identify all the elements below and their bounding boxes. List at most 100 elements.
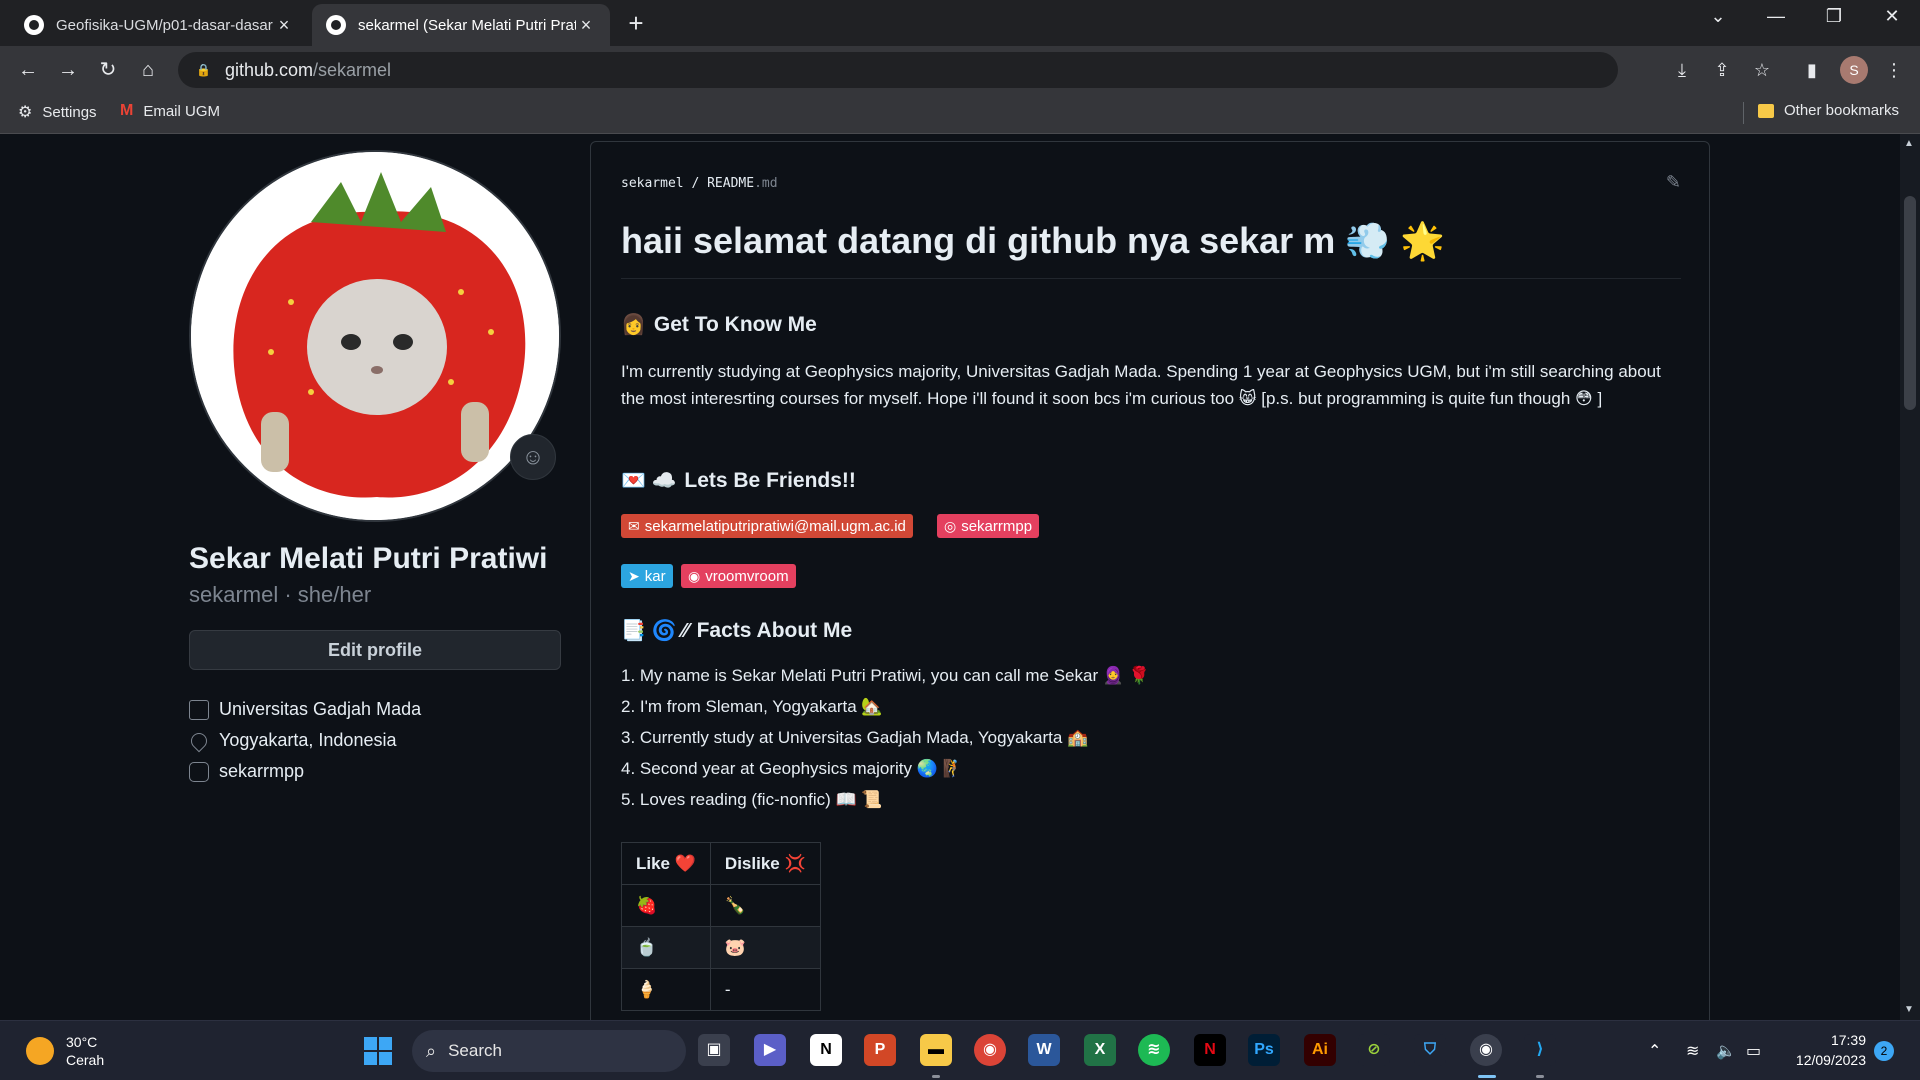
- table-cell: 🍦: [621, 968, 711, 1011]
- excel-icon[interactable]: X: [1084, 1034, 1116, 1066]
- facts-emoji: 📑 🌀 ⁄⁄: [621, 620, 689, 642]
- folder-icon: [1758, 103, 1774, 118]
- bookmark-other[interactable]: Other bookmarks: [1758, 102, 1899, 119]
- github-icon: [326, 15, 346, 35]
- forward-icon[interactable]: →: [54, 56, 82, 84]
- minimize-icon[interactable]: —: [1756, 6, 1796, 27]
- close-window-icon[interactable]: ✕: [1872, 6, 1912, 27]
- bookmark-email[interactable]: M Email UGM: [120, 102, 220, 120]
- list-item: 4. Second year at Geophysics majority 🌏 …: [621, 759, 964, 778]
- profile-location: Yogyakarta, Indonesia: [187, 725, 421, 756]
- edit-readme-pencil-icon[interactable]: ✎: [1666, 172, 1681, 193]
- photoshop-icon[interactable]: Ps: [1248, 1034, 1280, 1066]
- list-item: 5. Loves reading (fic-nonfic) 📖 📜: [621, 790, 883, 809]
- defender-shield-icon[interactable]: ⛉: [1414, 1034, 1446, 1066]
- instagram-icon: ◎: [944, 517, 957, 534]
- like-dislike-table: Like ❤️ Dislike 💢 🍓 🍾 🍵 🐷 🍦 -: [621, 842, 821, 1011]
- badge-label: sekarmelatiputripratiwi@mail.ugm.ac.id: [644, 517, 906, 535]
- readme-path-user[interactable]: sekarmel: [621, 176, 684, 191]
- volume-icon[interactable]: 🔈: [1716, 1041, 1736, 1061]
- bookmark-label: Email UGM: [143, 102, 220, 120]
- install-icon[interactable]: ⤓: [1670, 58, 1694, 82]
- profile-avatar-button[interactable]: S: [1840, 56, 1868, 84]
- page-scrollbar[interactable]: ▲ ▼: [1900, 134, 1920, 1020]
- wifi-icon[interactable]: ≋: [1686, 1041, 1699, 1061]
- notion-icon[interactable]: N: [810, 1034, 842, 1066]
- app-icon[interactable]: ⊘: [1358, 1034, 1390, 1066]
- chrome-profile-icon[interactable]: ◉: [1470, 1034, 1502, 1066]
- running-indicator: [932, 1075, 940, 1078]
- file-explorer-icon[interactable]: ▬: [920, 1034, 952, 1066]
- organization-icon: [189, 699, 209, 720]
- gmail-badge[interactable]: ✉ sekarmelatiputripratiwi@mail.ugm.ac.id: [621, 514, 913, 538]
- tab-sekarmel[interactable]: sekarmel (Sekar Melati Putri Prati ×: [312, 4, 610, 46]
- powerpoint-icon[interactable]: P: [864, 1034, 896, 1066]
- teams-chat-icon[interactable]: ▶: [754, 1034, 786, 1066]
- table-cell: 🍵: [621, 926, 711, 969]
- profile-details: Universitas Gadjah Mada Yogyakarta, Indo…: [187, 694, 421, 787]
- reload-icon[interactable]: ↻: [94, 56, 122, 84]
- lock-icon: 🔒: [196, 63, 211, 77]
- address-bar[interactable]: 🔒 github.com/sekarmel: [178, 52, 1618, 88]
- vscode-icon[interactable]: ⟩: [1524, 1034, 1556, 1066]
- start-windows-icon[interactable]: [364, 1037, 392, 1065]
- netflix-icon[interactable]: N: [1194, 1034, 1226, 1066]
- table-cell: 🐷: [709, 926, 821, 969]
- tab-title: sekarmel (Sekar Melati Putri Prati: [358, 16, 576, 34]
- clock-date: 12/09/2023: [1795, 1052, 1866, 1068]
- close-icon[interactable]: ×: [274, 15, 294, 36]
- spotify-icon[interactable]: ≋: [1138, 1034, 1170, 1066]
- readme-title: haii selamat datang di github nya sekar …: [621, 220, 1445, 261]
- notification-badge[interactable]: 2: [1874, 1041, 1894, 1061]
- weather-widget[interactable]: 30°C Cerah: [26, 1033, 104, 1069]
- scroll-down-arrow-icon[interactable]: ▼: [1904, 1004, 1914, 1015]
- show-hidden-icons-chevron-icon[interactable]: ⌃: [1648, 1041, 1661, 1061]
- edit-profile-button[interactable]: Edit profile: [189, 630, 561, 670]
- set-status-button[interactable]: ☺: [510, 434, 556, 480]
- battery-icon[interactable]: ▭: [1746, 1041, 1761, 1061]
- chrome-icon[interactable]: ◉: [974, 1034, 1006, 1066]
- close-icon[interactable]: ×: [576, 15, 596, 36]
- list-item: 3. Currently study at Universitas Gadjah…: [621, 728, 1089, 747]
- table-row: 🍓 🍾: [621, 884, 821, 927]
- taskbar-search[interactable]: ⌕ Search: [412, 1030, 686, 1072]
- readme-path-ext: .md: [754, 176, 778, 191]
- menu-icon[interactable]: ⋮: [1882, 58, 1906, 82]
- home-icon[interactable]: ⌂: [134, 56, 162, 84]
- tab-strip: Geofisika-UGM/p01-dasar-dasar × sekarmel…: [0, 0, 1920, 46]
- profile-instagram[interactable]: sekarrmpp: [189, 756, 421, 787]
- scroll-thumb[interactable]: [1904, 196, 1916, 410]
- side-panel-icon[interactable]: ▮: [1800, 58, 1824, 82]
- illustrator-icon[interactable]: Ai: [1304, 1034, 1336, 1066]
- bookmarks-bar: ⚙ Settings M Email UGM Other bookmarks: [0, 92, 1920, 134]
- tab-geofisika[interactable]: Geofisika-UGM/p01-dasar-dasar ×: [10, 4, 308, 46]
- instagram-link[interactable]: sekarrmpp: [219, 761, 304, 782]
- spotify-badge[interactable]: ◉ vroomvroom: [681, 564, 796, 588]
- location-label: Yogyakarta, Indonesia: [219, 730, 397, 750]
- word-icon[interactable]: W: [1028, 1034, 1060, 1066]
- share-icon[interactable]: ⇪: [1710, 58, 1734, 82]
- restore-icon[interactable]: ❐: [1814, 6, 1854, 27]
- bookmark-settings[interactable]: ⚙ Settings: [18, 102, 97, 122]
- readme-path: sekarmel / README.md: [621, 176, 778, 191]
- task-view-icon[interactable]: ▣: [698, 1034, 730, 1066]
- gmail-icon: M: [120, 102, 134, 119]
- table-cell: 🍾: [709, 884, 821, 927]
- readme-path-file[interactable]: README: [707, 176, 754, 191]
- scroll-up-arrow-icon[interactable]: ▲: [1904, 138, 1914, 149]
- tab-title: Geofisika-UGM/p01-dasar-dasar: [56, 16, 273, 34]
- bookmark-star-icon[interactable]: ☆: [1750, 58, 1774, 82]
- location-pin-icon: [187, 729, 211, 752]
- system-clock[interactable]: 17:39 12/09/2023: [1786, 1030, 1866, 1070]
- badge-label: vroomvroom: [705, 567, 789, 585]
- instagram-badge[interactable]: ◎ sekarrmpp: [937, 514, 1040, 538]
- badge-label: sekarrmpp: [961, 517, 1033, 535]
- back-icon[interactable]: ←: [14, 56, 42, 84]
- facts-list: 1. My name is Sekar Melati Putri Pratiwi…: [621, 660, 1150, 815]
- profile-name: Sekar Melati Putri Pratiwi: [189, 542, 548, 575]
- new-tab-button[interactable]: +: [622, 8, 650, 39]
- telegram-badge[interactable]: ➤ kar: [621, 564, 673, 588]
- avatar[interactable]: [189, 150, 561, 522]
- gear-icon: ⚙: [18, 104, 33, 121]
- tab-search-icon[interactable]: ⌄: [1698, 6, 1738, 27]
